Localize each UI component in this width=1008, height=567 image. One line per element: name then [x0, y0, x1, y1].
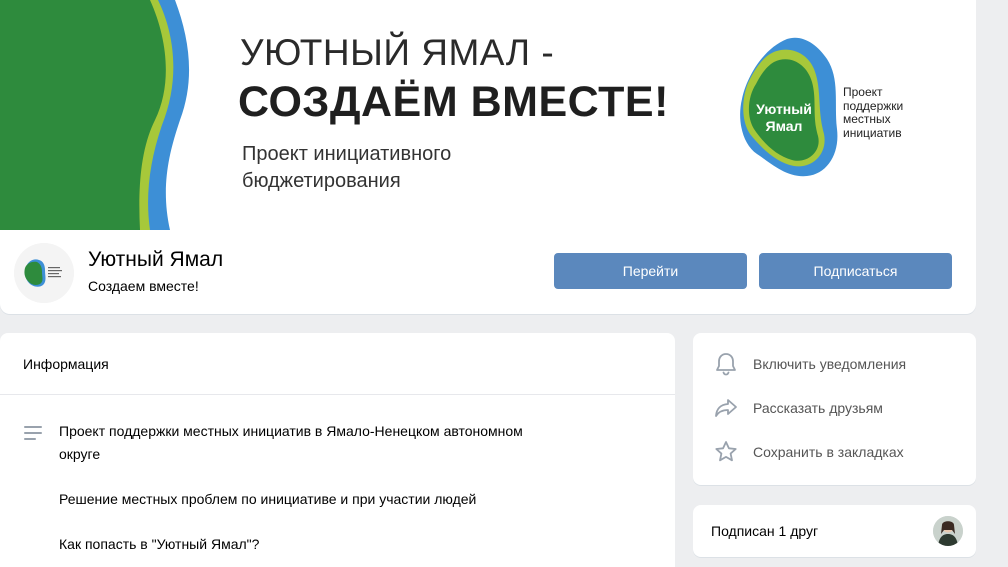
info-line: округе — [59, 446, 101, 462]
save-bookmark-action[interactable]: Сохранить в закладках — [713, 437, 963, 467]
enable-notifications-label: Включить уведомления — [753, 356, 907, 372]
uyutny-yamal-logo: Уютный Ямал — [740, 37, 838, 177]
cover-title-line1: УЮТНЫЙ ЯМАЛ - — [240, 32, 555, 73]
go-button[interactable]: Перейти — [554, 253, 747, 289]
star-icon — [715, 441, 737, 462]
logo-text-line2: Ямал — [766, 118, 803, 134]
info-body: Проект поддержки местных инициатив в Яма… — [0, 395, 675, 556]
info-line: Решение местных проблем по инициативе и … — [59, 491, 477, 507]
info-line: Как попасть в "Уютный Ямал"? — [59, 536, 260, 552]
friends-card[interactable]: Подписан 1 друг — [693, 505, 976, 557]
cover-subtitle-line2: бюджетирования — [242, 170, 401, 192]
friend-photo — [933, 516, 963, 546]
enable-notifications-action[interactable]: Включить уведомления — [713, 349, 963, 379]
info-line: Проект поддержки местных инициатив в Яма… — [59, 423, 523, 439]
tell-friends-action[interactable]: Рассказать друзьям — [713, 393, 963, 423]
save-bookmark-label: Сохранить в закладках — [753, 444, 904, 460]
menu-lines-icon — [24, 426, 42, 440]
logo-caption: Проект поддержки местных инициатив — [843, 85, 933, 140]
bell-icon — [716, 353, 736, 376]
logo-caption-line4: инициатив — [843, 125, 902, 140]
cover-title-line2: СОЗДАЁМ ВМЕСТЕ! — [238, 78, 669, 126]
friends-subscribed-label: Подписан 1 друг — [711, 523, 819, 539]
share-arrow-icon — [715, 399, 737, 417]
logo-caption-line3: местных — [843, 112, 891, 126]
logo-caption-line1: Проект — [843, 85, 883, 99]
tell-friends-label: Рассказать друзьям — [753, 400, 883, 416]
logo-text-line1: Уютный — [756, 101, 812, 117]
avatar-logo-icon — [14, 243, 74, 303]
subscribe-button[interactable]: Подписаться — [759, 253, 952, 289]
community-header-card: УЮТНЫЙ ЯМАЛ - СОЗДАЁМ ВМЕСТЕ! Проект ини… — [0, 0, 976, 314]
avatar[interactable] — [14, 243, 74, 303]
info-card: Информация Проект поддержки местных иниц… — [0, 333, 675, 567]
cover-subtitle: Проект инициативного бюджетирования — [242, 141, 562, 195]
cover-image: УЮТНЫЙ ЯМАЛ - СОЗДАЁМ ВМЕСТЕ! Проект ини… — [0, 0, 976, 230]
actions-card: Включить уведомления Рассказать друзьям … — [693, 333, 976, 485]
logo-caption-line2: поддержки — [843, 98, 904, 113]
info-header: Информация — [0, 333, 675, 395]
cover-decoration — [0, 0, 190, 230]
profile-row: Уютный Ямал Создаем вместе! Перейти Подп… — [0, 230, 976, 314]
group-status: Создаем вместе! — [88, 278, 199, 294]
group-name: Уютный Ямал — [88, 248, 224, 271]
friend-avatar[interactable] — [933, 516, 963, 546]
cover-subtitle-line1: Проект инициативного — [242, 143, 452, 165]
